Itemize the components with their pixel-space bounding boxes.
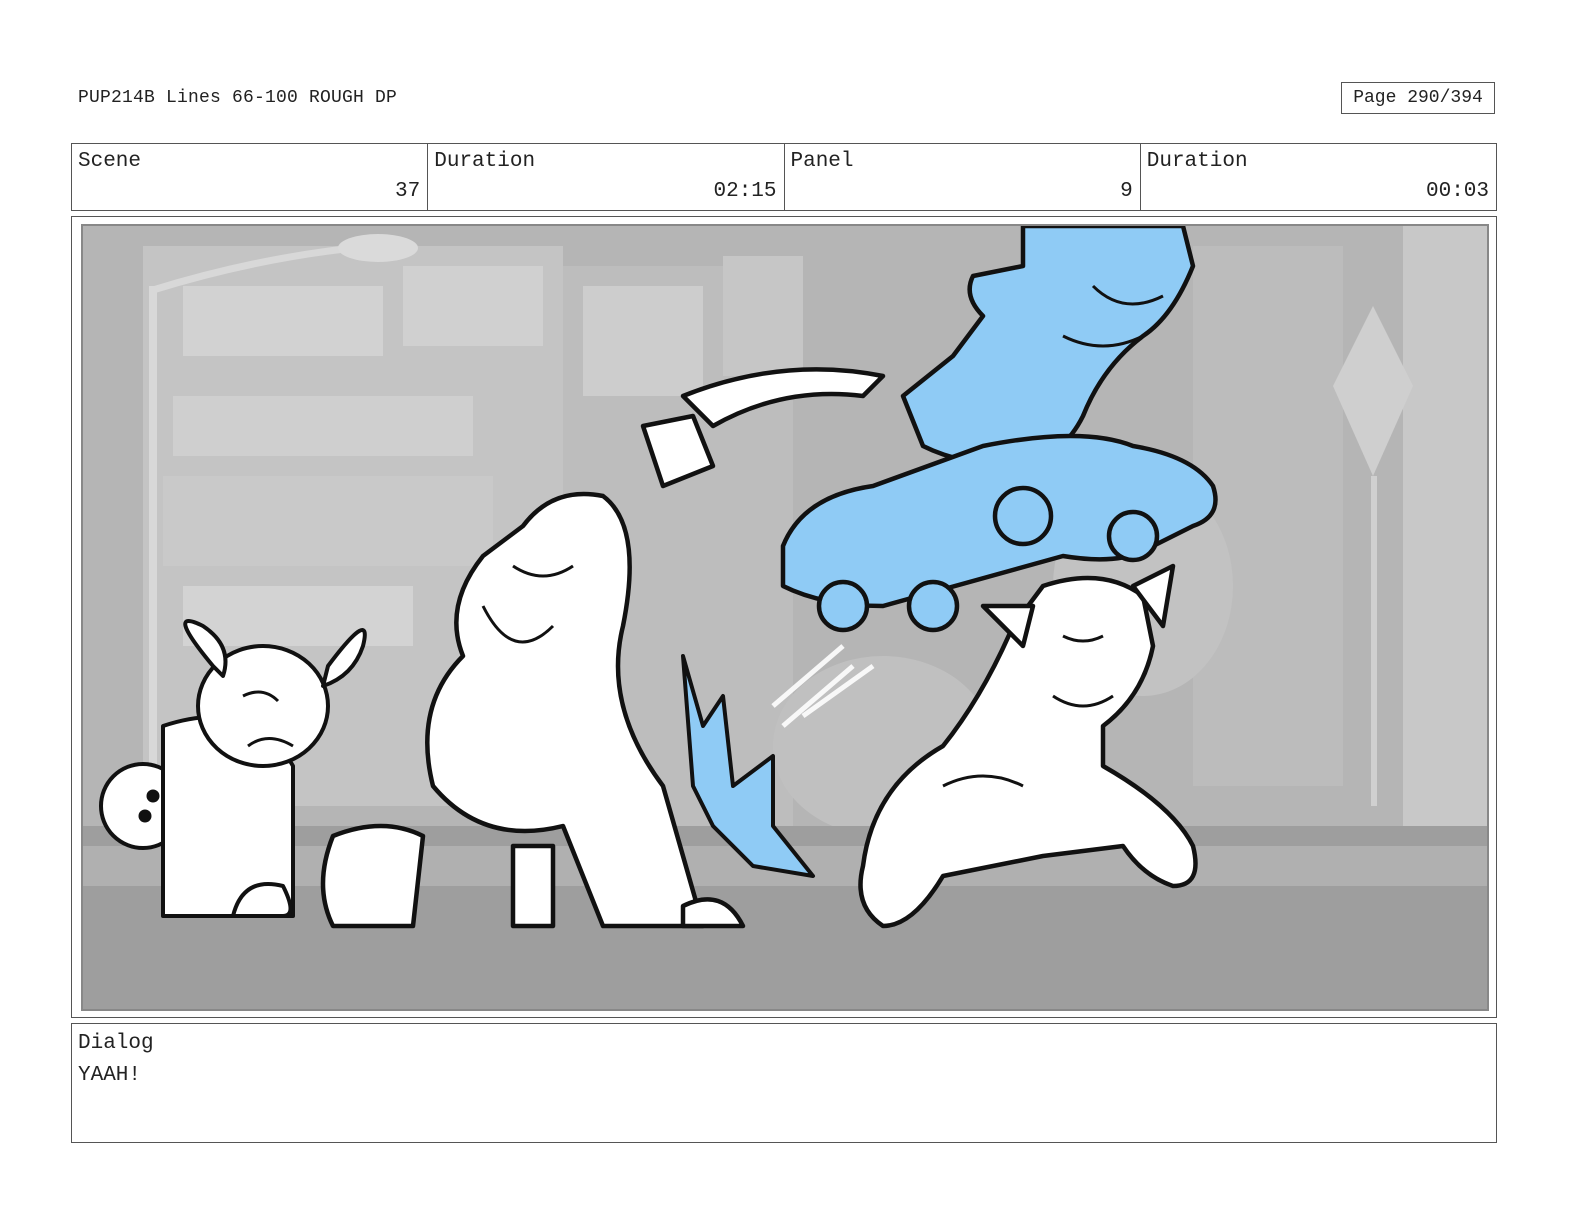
panel-duration-label: Duration xyxy=(1146,150,1248,173)
scene-info-row: Scene 37 Duration 02:15 Panel 9 Duration… xyxy=(71,143,1497,211)
panel-duration-cell: Duration 00:03 xyxy=(1141,144,1496,210)
storyboard-panel-image xyxy=(81,224,1489,1011)
dialog-box: Dialog YAAH! xyxy=(71,1023,1497,1143)
panel-value: 9 xyxy=(1120,180,1133,203)
panel-label: Panel xyxy=(790,150,854,173)
storyboard-sketch-image xyxy=(83,226,1487,1009)
scene-value: 37 xyxy=(395,180,421,203)
scene-cell: Scene 37 xyxy=(72,144,429,210)
scene-duration-value: 02:15 xyxy=(713,180,777,203)
document-title: PUP214B Lines 66-100 ROUGH DP xyxy=(78,88,398,108)
page-number: Page 290/394 xyxy=(1341,82,1495,114)
panel-duration-value: 00:03 xyxy=(1425,180,1489,203)
scene-duration-label: Duration xyxy=(434,150,536,173)
dialog-text: YAAH! xyxy=(78,1064,142,1087)
panel-cell: Panel 9 xyxy=(785,144,1141,210)
scene-duration-cell: Duration 02:15 xyxy=(428,144,785,210)
dialog-label: Dialog xyxy=(78,1032,154,1055)
scene-label: Scene xyxy=(78,150,142,173)
